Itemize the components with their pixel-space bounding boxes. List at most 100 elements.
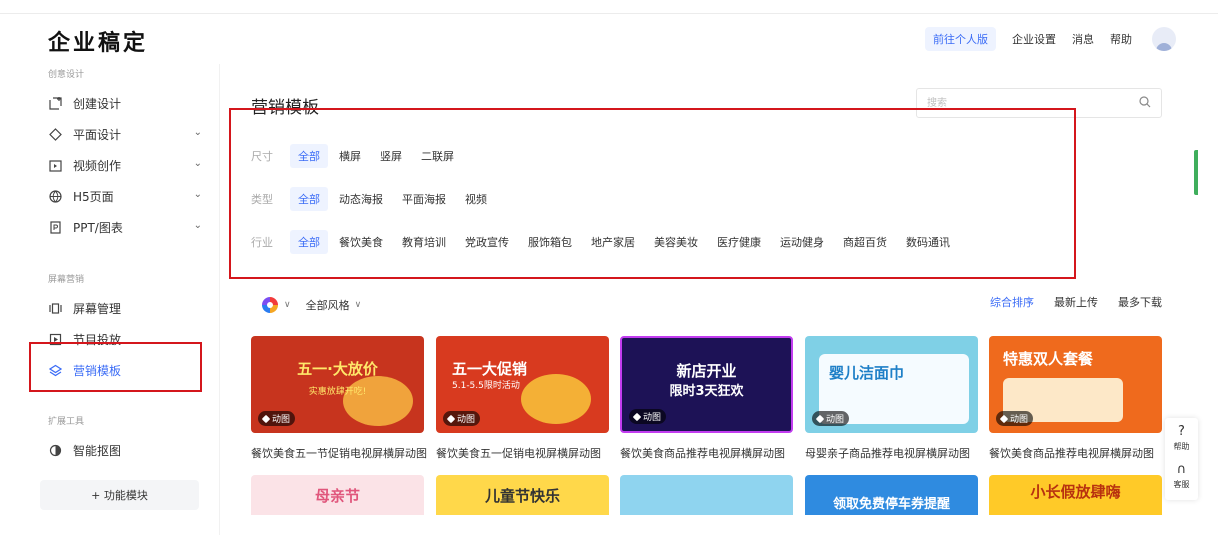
logo[interactable]: 企业稿定 <box>48 25 148 57</box>
filter-option-industry[interactable]: 党政宣传 <box>457 230 517 254</box>
filter-option-industry[interactable]: 服饰箱包 <box>520 230 580 254</box>
filter-option-industry[interactable]: 全部 <box>290 230 328 254</box>
help-float-button[interactable]: ? 帮助 <box>1165 424 1198 452</box>
sidebar-item-program[interactable]: 节目投放 <box>48 328 204 350</box>
template-card[interactable] <box>620 475 793 515</box>
thumbnail-subline: 限时3天狂欢 <box>669 384 744 399</box>
template-card[interactable]: 领取免费停车券提醒 <box>805 475 978 515</box>
thumbnail-headline: 领取免费停车券提醒 <box>832 497 950 512</box>
filter-option-size-dual[interactable]: 二联屏 <box>413 144 462 168</box>
sort-latest[interactable]: 最新上传 <box>1054 294 1098 310</box>
sidebar-item-label: 屏幕管理 <box>73 301 122 316</box>
filter-option-industry[interactable]: 美容美妆 <box>646 230 706 254</box>
avatar-user-icon <box>1156 43 1172 51</box>
template-card[interactable]: 新店开业 限时3天狂欢 动图 餐饮美食商品推荐电视屏横屏动图 <box>620 336 793 461</box>
style-filter[interactable]: ∨ 全部风格 ∨ <box>262 296 376 314</box>
filter-option-industry[interactable]: 运动健身 <box>772 230 832 254</box>
animated-badge: 动图 <box>443 411 481 426</box>
cutout-icon <box>48 443 62 457</box>
template-thumbnail[interactable]: 五一·大放价 实惠放肆开吃! 动图 <box>251 336 424 433</box>
chevron-down-icon[interactable]: ⌄ <box>194 220 202 231</box>
filter-option-industry[interactable]: 商超百货 <box>835 230 895 254</box>
sort-comprehensive[interactable]: 综合排序 <box>990 294 1034 310</box>
template-thumbnail[interactable]: 新店开业 限时3天狂欢 动图 <box>620 336 793 433</box>
template-card[interactable]: 小长假放肆嗨 <box>989 475 1162 515</box>
template-caption[interactable]: 餐饮美食商品推荐电视屏横屏动图 <box>989 445 1162 461</box>
template-card[interactable]: 母亲节 <box>251 475 424 515</box>
help-link[interactable]: 帮助 <box>1110 31 1132 47</box>
filter-option-type-dynamic-poster[interactable]: 动态海报 <box>331 187 391 211</box>
template-thumbnail[interactable]: 领取免费停车券提醒 <box>805 475 978 515</box>
filter-option-size-portrait[interactable]: 竖屏 <box>372 144 410 168</box>
template-card[interactable]: 五一大促销 5.1-5.5限时活动 动图 餐饮美食五一促销电视屏横屏动图 <box>436 336 609 461</box>
sidebar-item-create-design[interactable]: 创建设计 <box>48 92 204 114</box>
filter-option-size-landscape[interactable]: 横屏 <box>331 144 369 168</box>
template-thumbnail[interactable]: 五一大促销 5.1-5.5限时活动 动图 <box>436 336 609 433</box>
sort-most-downloads[interactable]: 最多下载 <box>1118 294 1162 310</box>
template-caption[interactable]: 餐饮美食五一节促销电视屏横屏动图 <box>251 445 427 461</box>
sidebar-item-video[interactable]: 视频创作 ⌄ <box>48 154 204 176</box>
avatar[interactable] <box>1152 27 1176 51</box>
filter-option-type-flat-poster[interactable]: 平面海报 <box>394 187 454 211</box>
filter-label-type: 类型 <box>251 193 273 206</box>
template-caption[interactable]: 餐饮美食商品推荐电视屏横屏动图 <box>620 445 793 461</box>
template-caption[interactable]: 母婴亲子商品推荐电视屏横屏动图 <box>805 445 978 461</box>
thumbnail-headline: 特惠双人套餐 <box>1003 350 1094 368</box>
filter-option-type-all[interactable]: 全部 <box>290 187 328 211</box>
sidebar-item-screen-manage[interactable]: 屏幕管理 <box>48 297 204 319</box>
template-thumbnail[interactable]: 母亲节 <box>251 475 424 515</box>
layers-icon <box>261 414 271 423</box>
messages-link[interactable]: 消息 <box>1072 31 1094 47</box>
animated-badge: 动图 <box>629 409 667 424</box>
search-input[interactable] <box>917 89 1117 117</box>
question-icon: ? <box>1178 424 1185 439</box>
side-tab[interactable] <box>1194 150 1198 195</box>
template-thumbnail[interactable]: 儿童节快乐 <box>436 475 609 515</box>
globe-icon <box>48 189 62 203</box>
sidebar-item-ppt[interactable]: PPT/图表 ⌄ <box>48 216 204 238</box>
template-card[interactable]: 婴儿洁面巾 动图 母婴亲子商品推荐电视屏横屏动图 <box>805 336 978 461</box>
chevron-down-icon[interactable]: ⌄ <box>194 158 202 169</box>
template-card[interactable]: 儿童节快乐 <box>436 475 609 515</box>
chevron-down-icon[interactable]: ∨ <box>355 300 362 310</box>
filter-option-type-video[interactable]: 视频 <box>457 187 495 211</box>
filter-option-industry[interactable]: 数码通讯 <box>898 230 958 254</box>
top-header: 企业稿定 前往个人版 企业设置 消息 帮助 <box>0 14 1198 64</box>
filter-option-industry[interactable]: 医疗健康 <box>709 230 769 254</box>
filter-row-size: 尺寸 全部 横屏 竖屏 二联屏 <box>251 144 465 168</box>
template-caption[interactable]: 餐饮美食五一促销电视屏横屏动图 <box>436 445 609 461</box>
palette-icon[interactable] <box>262 297 278 313</box>
style-dropdown-label[interactable]: 全部风格 <box>306 297 350 313</box>
enterprise-settings-link[interactable]: 企业设置 <box>1012 31 1056 47</box>
sidebar: 创意设计 创建设计 平面设计 ⌄ 视频创作 ⌄ H5页面 ⌄ PPT/图表 ⌄ … <box>0 64 220 535</box>
chevron-down-icon[interactable]: ⌄ <box>194 189 202 200</box>
sidebar-item-label: 平面设计 <box>73 127 122 142</box>
sidebar-item-h5[interactable]: H5页面 ⌄ <box>48 185 204 207</box>
template-thumbnail[interactable]: 婴儿洁面巾 动图 <box>805 336 978 433</box>
animated-badge: 动图 <box>812 411 850 426</box>
template-card[interactable]: 特惠双人套餐 动图 餐饮美食商品推荐电视屏横屏动图 <box>989 336 1162 461</box>
service-float-button[interactable]: ∩ 客服 <box>1165 462 1198 490</box>
chevron-down-icon[interactable]: ∨ <box>284 300 291 310</box>
chevron-down-icon[interactable]: ⌄ <box>194 127 202 138</box>
template-thumbnail[interactable]: 特惠双人套餐 动图 <box>989 336 1162 433</box>
sidebar-item-smart-cutout[interactable]: 智能抠图 <box>48 439 204 461</box>
template-card[interactable]: 五一·大放价 实惠放肆开吃! 动图 餐饮美食五一节促销电视屏横屏动图 <box>251 336 427 461</box>
filter-row-industry: 行业 全部 餐饮美食 教育培训 党政宣传 服饰箱包 地产家居 美容美妆 医疗健康… <box>251 230 961 254</box>
search-box[interactable] <box>916 88 1162 118</box>
search-icon[interactable] <box>1139 96 1151 108</box>
personal-version-button[interactable]: 前往个人版 <box>925 27 996 51</box>
filter-option-size-all[interactable]: 全部 <box>290 144 328 168</box>
filter-label-size: 尺寸 <box>251 150 273 163</box>
filter-option-industry[interactable]: 餐饮美食 <box>331 230 391 254</box>
add-module-button[interactable]: + 功能模块 <box>40 480 199 510</box>
filter-option-industry[interactable]: 地产家居 <box>583 230 643 254</box>
layers-icon <box>446 414 456 423</box>
section-title-creative: 创意设计 <box>48 70 85 80</box>
help-float-label: 帮助 <box>1173 442 1190 451</box>
sidebar-item-graphic-design[interactable]: 平面设计 ⌄ <box>48 123 204 145</box>
template-thumbnail[interactable] <box>620 475 793 515</box>
template-thumbnail[interactable]: 小长假放肆嗨 <box>989 475 1162 515</box>
sidebar-item-marketing-template[interactable]: 营销模板 <box>48 359 204 381</box>
filter-option-industry[interactable]: 教育培训 <box>394 230 454 254</box>
